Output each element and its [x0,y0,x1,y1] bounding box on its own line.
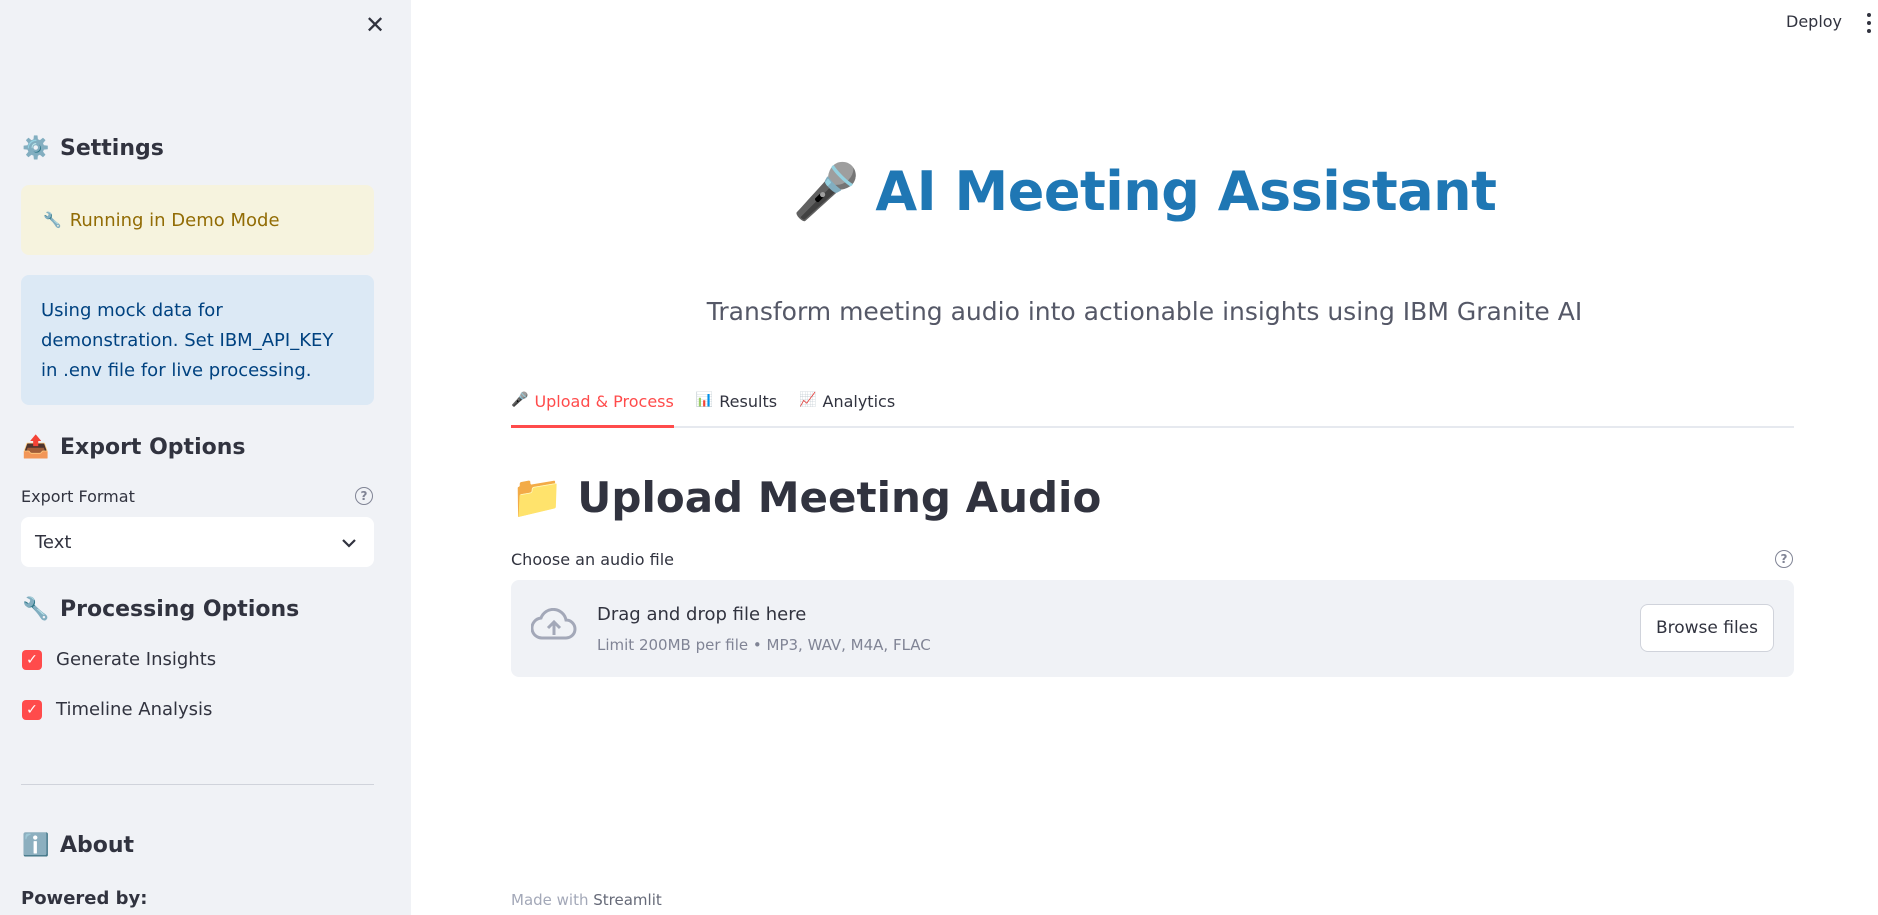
timeline-analysis-label: Timeline Analysis [56,699,213,720]
processing-options-title: Processing Options [60,597,300,622]
export-options-title: Export Options [60,435,246,460]
export-format-label: Export Format [21,487,135,506]
demo-mode-text: Running in Demo Mode [69,209,280,231]
wrench-icon: 🔧 [22,597,50,622]
browse-files-button[interactable]: Browse files [1639,604,1774,652]
tab-bar: 🎤 Upload & Process 📊 Results 📈 Analytics [511,388,1794,428]
section-title-text: Upload Meeting Audio [577,472,1102,522]
microphone-icon: 🎤 [511,392,529,408]
app-root: ✕ ⚙️ Settings 🔧 Running in Demo Mode Usi… [0,0,1878,915]
page-subtitle: Transform meeting audio into actionable … [706,297,1583,326]
deploy-button[interactable]: Deploy [1780,10,1848,33]
export-options-heading: 📤 Export Options [22,435,246,460]
tab-results[interactable]: 📊 Results [696,388,777,428]
dropzone-limit-text: Limit 200MB per file • MP3, WAV, M4A, FL… [597,636,931,654]
footer-made-with: Made with [511,891,589,909]
sidebar: ✕ ⚙️ Settings 🔧 Running in Demo Mode Usi… [0,0,411,915]
tab-results-label: Results [719,392,778,411]
page-title-text: AI Meeting Assistant [875,160,1497,223]
chevron-down-icon [342,533,356,552]
demo-mode-warning: 🔧 Running in Demo Mode [21,185,374,255]
uploader-label: Choose an audio file [511,550,674,569]
generate-insights-label: Generate Insights [56,649,217,670]
generate-insights-checkbox[interactable]: ✓ Generate Insights [22,649,216,670]
bar-chart-icon: 📊 [695,392,714,408]
cloud-upload-icon [530,607,577,646]
check-icon[interactable]: ✓ [22,649,42,670]
page-title: 🎤 AI Meeting Assistant [411,160,1878,224]
outbox-icon: 📤 [22,435,50,460]
microphone-icon: 🎤 [792,160,860,223]
tab-analytics[interactable]: 📈 Analytics [799,388,895,428]
file-dropzone[interactable]: Drag and drop file here Limit 200MB per … [511,580,1794,677]
info-icon: ℹ️ [22,833,50,858]
tab-analytics-label: Analytics [822,392,896,411]
help-icon[interactable]: ? [355,487,373,505]
export-format-value: Text [35,531,72,553]
folder-icon: 📁 [511,472,564,521]
section-title: 📁 Upload Meeting Audio [511,472,1101,522]
main-menu-icon[interactable] [1864,13,1874,33]
about-heading: ℹ️ About [22,833,134,858]
tab-upload-process-label: Upload & Process [534,392,674,411]
timeline-analysis-checkbox[interactable]: ✓ Timeline Analysis [22,699,212,720]
sidebar-divider [21,784,374,785]
tab-upload-process[interactable]: 🎤 Upload & Process [511,388,674,428]
footer: Made with Streamlit [511,891,662,909]
mock-data-info: Using mock data for demonstration. Set I… [21,275,374,405]
settings-title: Settings [60,136,164,161]
processing-options-heading: 🔧 Processing Options [22,597,299,622]
check-icon[interactable]: ✓ [22,699,42,720]
help-icon[interactable]: ? [1775,550,1793,568]
settings-heading: ⚙️ Settings [22,136,164,161]
close-sidebar-icon[interactable]: ✕ [360,10,390,40]
streamlit-link[interactable]: Streamlit [593,891,662,909]
about-title: About [60,833,135,858]
line-chart-icon: 📈 [799,392,817,408]
gear-icon: ⚙️ [22,136,50,161]
powered-by-label: Powered by: [21,888,148,909]
export-format-select[interactable]: Text [21,517,374,567]
wrench-icon: 🔧 [43,211,62,229]
dropzone-title: Drag and drop file here [597,604,807,625]
